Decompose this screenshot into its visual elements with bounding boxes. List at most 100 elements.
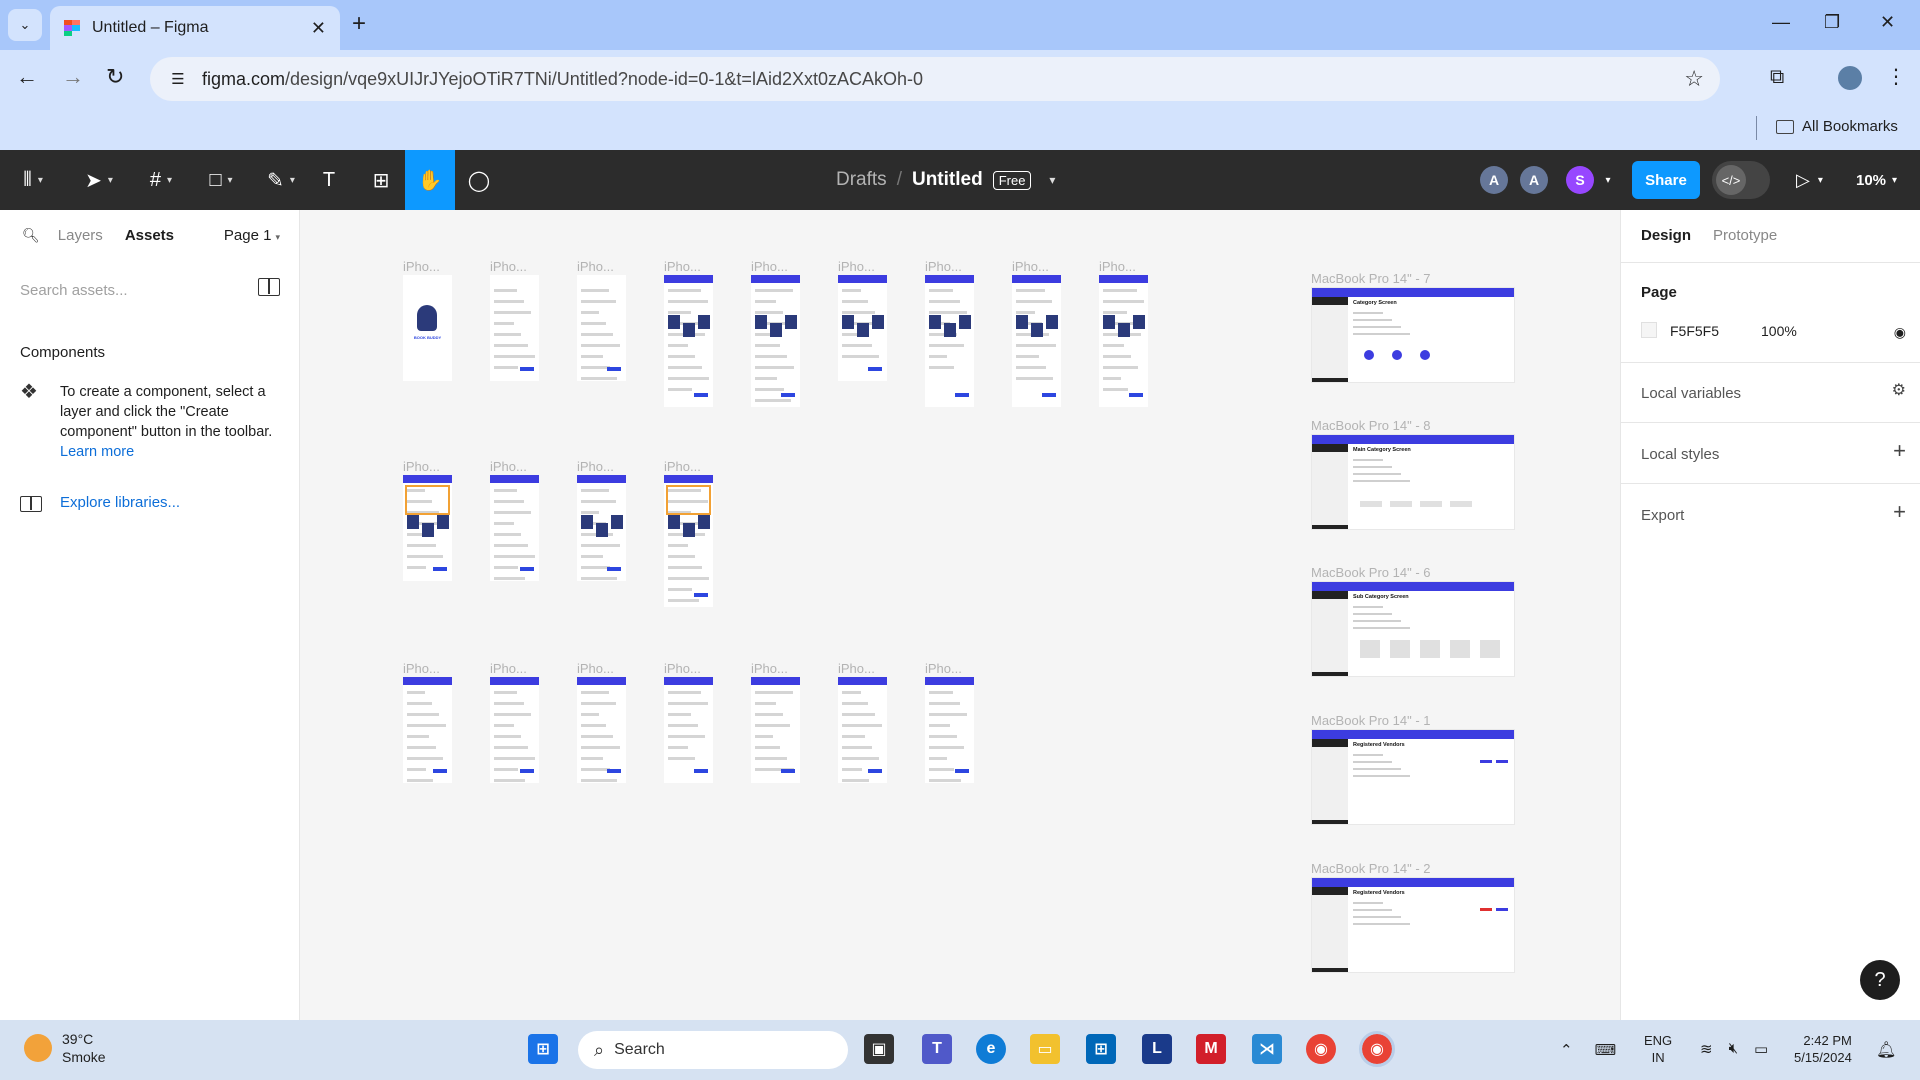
- tab-search-button[interactable]: ⌄: [8, 9, 42, 41]
- frame-label[interactable]: iPho...: [577, 459, 614, 474]
- all-bookmarks-button[interactable]: All Bookmarks: [1776, 118, 1898, 135]
- forward-arrow-icon[interactable]: →: [62, 64, 84, 90]
- frame-label[interactable]: iPho...: [664, 459, 701, 474]
- teams-icon[interactable]: T: [922, 1034, 952, 1064]
- add-export-icon[interactable]: +: [1893, 499, 1906, 525]
- phone-frame[interactable]: [664, 677, 713, 783]
- pen-tool-icon[interactable]: ✎ ▾: [256, 150, 306, 210]
- avatars-chevron-icon[interactable]: ▾: [1600, 150, 1616, 210]
- zoom-menu[interactable]: 10% ▾: [1856, 150, 1897, 210]
- windows-start-icon[interactable]: ⊞: [528, 1034, 558, 1064]
- weather-widget[interactable]: 39°C Smoke: [24, 1030, 106, 1066]
- drafts-link[interactable]: Drafts: [836, 169, 887, 191]
- phone-frame[interactable]: [925, 677, 974, 783]
- microsoft-store-icon[interactable]: ⊞: [1086, 1034, 1116, 1064]
- frame-label[interactable]: iPho...: [577, 661, 614, 676]
- page-color-swatch[interactable]: [1641, 322, 1657, 338]
- frame-label[interactable]: iPho...: [925, 259, 962, 274]
- frame-label[interactable]: iPho...: [838, 259, 875, 274]
- collaborator-avatar[interactable]: A: [1480, 166, 1508, 194]
- phone-frame[interactable]: [664, 475, 713, 607]
- tab-close-icon[interactable]: ✕: [311, 18, 326, 39]
- phone-frame[interactable]: [403, 677, 452, 783]
- frame-label[interactable]: iPho...: [490, 661, 527, 676]
- eye-icon[interactable]: ◉: [1894, 324, 1906, 341]
- chrome-icon[interactable]: ◉: [1306, 1034, 1336, 1064]
- explore-libraries-link[interactable]: Explore libraries...: [60, 494, 180, 511]
- phone-frame[interactable]: BOOK BUDDY: [403, 275, 452, 381]
- edge-icon[interactable]: e: [976, 1034, 1006, 1064]
- mcafee-icon[interactable]: M: [1196, 1034, 1226, 1064]
- desktop-frame[interactable]: Main Category Screen: [1311, 434, 1515, 530]
- frame-label[interactable]: iPho...: [751, 259, 788, 274]
- move-tool-icon[interactable]: ➤ ▾: [74, 150, 124, 210]
- frame-label[interactable]: MacBook Pro 14" - 8: [1311, 418, 1431, 433]
- taskbar-search[interactable]: ⌕ Search: [578, 1031, 848, 1069]
- resources-tool-icon[interactable]: ⊞: [366, 150, 396, 210]
- desktop-frame[interactable]: Registered Vendors: [1311, 877, 1515, 973]
- phone-frame[interactable]: [1012, 275, 1061, 407]
- tab-layers[interactable]: Layers: [58, 227, 103, 244]
- frame-label[interactable]: iPho...: [490, 259, 527, 274]
- task-view-icon[interactable]: ▣: [864, 1034, 894, 1064]
- library-book-icon[interactable]: [258, 278, 280, 296]
- frame-label[interactable]: MacBook Pro 14" - 6: [1311, 565, 1431, 580]
- frame-label[interactable]: MacBook Pro 14" - 7: [1311, 271, 1431, 286]
- hand-tool-icon[interactable]: ✋: [405, 150, 455, 210]
- tray-chevron-icon[interactable]: ⌃: [1560, 1041, 1573, 1059]
- frame-label[interactable]: iPho...: [403, 259, 440, 274]
- keyboard-icon[interactable]: ⌨: [1595, 1041, 1617, 1059]
- frame-label[interactable]: MacBook Pro 14" - 2: [1311, 861, 1431, 876]
- phone-frame[interactable]: [577, 275, 626, 381]
- collaborator-avatar[interactable]: A: [1520, 166, 1548, 194]
- figma-main-menu-icon[interactable]: ⦀ ▾: [8, 150, 58, 210]
- add-style-icon[interactable]: +: [1893, 438, 1906, 464]
- frame-label[interactable]: iPho...: [403, 661, 440, 676]
- phone-frame[interactable]: [838, 275, 887, 381]
- tray-status-icons[interactable]: ≋ 🔇︎ ▭: [1700, 1040, 1768, 1058]
- phone-frame[interactable]: [664, 275, 713, 407]
- design-canvas[interactable]: iPho... BOOK BUDDY iPho... iPho... iPho... iP…: [301, 210, 1619, 1020]
- new-tab-button[interactable]: +: [352, 10, 366, 38]
- file-name[interactable]: Untitled: [912, 169, 983, 191]
- bookmark-star-icon[interactable]: ☆: [1684, 66, 1704, 92]
- profile-avatar[interactable]: [1836, 64, 1864, 92]
- frame-label[interactable]: iPho...: [1099, 259, 1136, 274]
- url-text[interactable]: figma.com/design/vqe9xUIJrJYejoOTiR7TNi/…: [202, 69, 923, 90]
- desktop-frame[interactable]: Category Screen: [1311, 287, 1515, 383]
- frame-label[interactable]: iPho...: [925, 661, 962, 676]
- phone-frame[interactable]: [490, 677, 539, 783]
- desktop-frame[interactable]: Registered Vendors: [1311, 729, 1515, 825]
- search-assets-input[interactable]: [20, 278, 240, 302]
- phone-frame[interactable]: [490, 475, 539, 581]
- frame-label[interactable]: iPho...: [838, 661, 875, 676]
- phone-frame[interactable]: [751, 275, 800, 407]
- site-settings-icon[interactable]: ☰: [164, 65, 192, 93]
- frame-label[interactable]: iPho...: [577, 259, 614, 274]
- local-variables-row[interactable]: Local variables: [1641, 385, 1741, 402]
- learn-more-link[interactable]: Learn more: [60, 444, 134, 460]
- browser-tab-figma[interactable]: Untitled – Figma ✕: [50, 6, 340, 50]
- shape-tool-icon[interactable]: □ ▾: [196, 150, 246, 210]
- file-menu-chevron-icon[interactable]: ▾: [1049, 173, 1055, 187]
- vscode-icon[interactable]: ⋊: [1252, 1034, 1282, 1064]
- frame-label[interactable]: iPho...: [490, 459, 527, 474]
- current-user-avatar[interactable]: S: [1566, 166, 1594, 194]
- back-arrow-icon[interactable]: ←: [16, 64, 38, 90]
- phone-frame[interactable]: [1099, 275, 1148, 407]
- help-button[interactable]: ?: [1860, 960, 1900, 1000]
- phone-frame[interactable]: [490, 275, 539, 381]
- text-tool-icon[interactable]: T: [314, 150, 344, 210]
- chrome-active-icon[interactable]: ◉: [1359, 1031, 1395, 1067]
- extensions-puzzle-icon[interactable]: ⧉: [1770, 66, 1784, 89]
- restore-icon[interactable]: ❐: [1824, 12, 1840, 33]
- tab-prototype[interactable]: Prototype: [1713, 227, 1777, 244]
- present-button[interactable]: ▷ ▾: [1796, 150, 1823, 210]
- browser-menu-icon[interactable]: ⋮: [1886, 64, 1906, 89]
- frame-label[interactable]: iPho...: [1012, 259, 1049, 274]
- frame-tool-icon[interactable]: # ▾: [136, 150, 186, 210]
- dev-mode-toggle[interactable]: </>: [1712, 161, 1770, 199]
- page-color-hex[interactable]: F5F5F5: [1670, 323, 1719, 339]
- window-close-icon[interactable]: ✕: [1880, 12, 1895, 33]
- page-color-opacity[interactable]: 100%: [1761, 323, 1797, 339]
